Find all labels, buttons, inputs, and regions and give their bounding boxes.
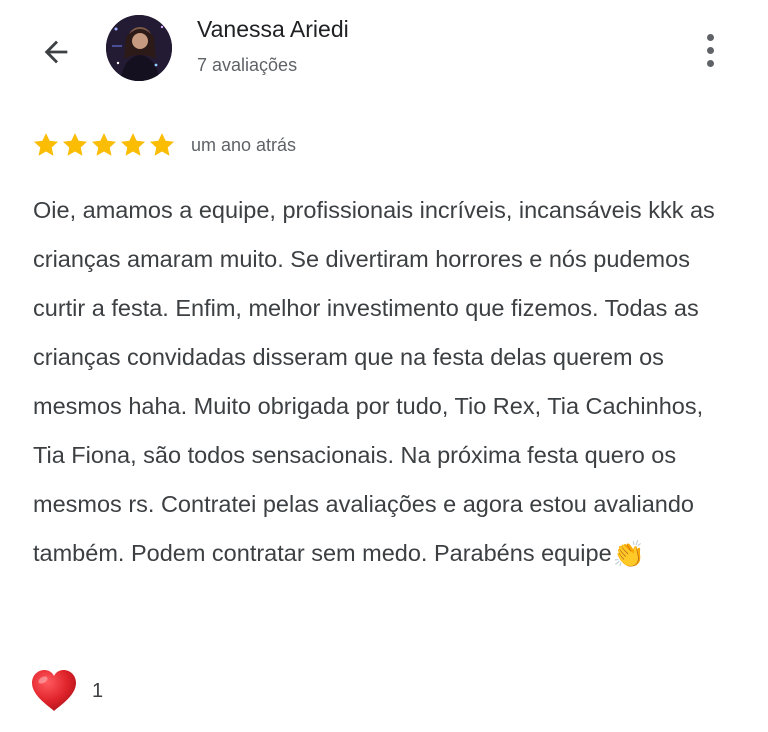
reviewer-review-count: 7 avaliações [197, 55, 298, 75]
star-icon [149, 133, 175, 156]
review-text: Oie, amamos a equipe, profissionais incr… [33, 197, 715, 566]
star-rating [32, 131, 176, 159]
more-options-button[interactable] [690, 26, 730, 74]
reviewer-name[interactable]: Vanessa Ariedi [197, 16, 349, 43]
star-icon [62, 133, 88, 156]
reaction-count: 1 [92, 679, 104, 702]
more-vertical-icon [706, 33, 714, 41]
review-detail-page: Vanessa Ariedi 7 avaliações um ano atrás… [0, 0, 768, 732]
clapping-hands-emoji: 👏 [612, 539, 646, 569]
heart-icon [32, 670, 76, 711]
star-icon [91, 133, 117, 156]
review-date: um ano atrás [191, 134, 297, 155]
avatar-photo [106, 15, 172, 81]
back-button[interactable] [30, 26, 82, 78]
arrow-left-icon [44, 40, 68, 64]
rating-row: um ano atrás [32, 130, 296, 160]
star-icon [33, 133, 59, 156]
review-text-container: Oie, amamos a equipe, profissionais incr… [33, 186, 738, 578]
avatar[interactable] [106, 15, 172, 81]
star-icon [120, 133, 146, 156]
like-button[interactable]: 1 [30, 668, 103, 714]
